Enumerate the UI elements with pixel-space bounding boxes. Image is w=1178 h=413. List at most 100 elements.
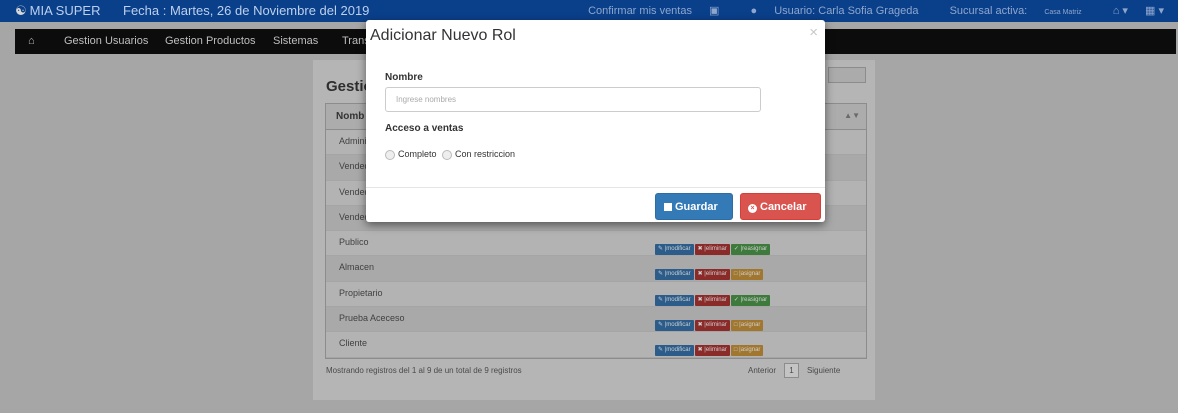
modal-footer-divider xyxy=(366,187,825,188)
eliminar-label: eliminar xyxy=(705,271,727,278)
asignar-icon: □ | xyxy=(733,347,741,354)
reasignar-label: reasignar xyxy=(742,296,768,303)
reasignar-button[interactable]: ✓ | reasignar xyxy=(730,294,771,306)
branch-value: Casa Matriz xyxy=(1044,9,1082,16)
modificar-icon: ✎ | xyxy=(658,246,667,253)
eliminar-icon: ✖ | xyxy=(697,271,706,278)
column-header-nombre[interactable]: Nomb xyxy=(336,111,364,122)
nav-sistemas[interactable]: Sistemas xyxy=(273,35,318,47)
pagination: Anterior 1 Siguiente xyxy=(748,363,840,378)
radio-con-restriccion[interactable] xyxy=(442,149,453,160)
pagination-next[interactable]: Siguiente xyxy=(807,366,840,375)
modificar-button[interactable]: ✎ | modificar xyxy=(655,244,694,256)
role-name: Publico xyxy=(339,237,369,248)
eliminar-icon: ✖ | xyxy=(697,322,706,329)
modificar-icon: ✎ | xyxy=(658,347,667,354)
row-actions: ✎ | modificar ✖ | eliminar □ | asignar xyxy=(655,313,764,332)
grid-menu-icon[interactable]: ▦ ▾ xyxy=(1145,5,1164,17)
asignar-label: asignar xyxy=(740,322,761,329)
modificar-label: modificar xyxy=(666,322,691,329)
role-name: Prueba Aceceso xyxy=(339,313,405,324)
role-name: Cliente xyxy=(339,338,368,349)
eliminar-label: eliminar xyxy=(705,322,727,329)
pagination-page[interactable]: 1 xyxy=(784,363,799,378)
eliminar-icon: ✖ | xyxy=(697,246,706,253)
asignar-button[interactable]: □ | asignar xyxy=(730,269,764,281)
role-name: Almacen xyxy=(339,262,375,273)
eliminar-label: eliminar xyxy=(705,246,727,253)
table-row: Prueba Aceceso ✎ | modificar ✖ | eliminar □… xyxy=(326,307,866,333)
eliminar-button[interactable]: ✖ | eliminar xyxy=(694,294,730,306)
modificar-button[interactable]: ✎ | modificar xyxy=(655,345,694,357)
asignar-button[interactable]: □ | asignar xyxy=(730,320,764,332)
reasignar-button[interactable]: ✓ | reasignar xyxy=(730,244,771,256)
modificar-label: modificar xyxy=(666,246,691,253)
modificar-icon: ✎ | xyxy=(658,271,667,278)
user-icon: ● xyxy=(750,5,758,17)
row-actions: ✎ | modificar ✖ | eliminar ✓ | reasignar xyxy=(655,237,771,256)
asignar-button[interactable]: □ | asignar xyxy=(730,345,764,357)
modificar-icon: ✎ | xyxy=(658,322,667,329)
reasignar-label: reasignar xyxy=(742,246,768,253)
cart-icon: ▣ xyxy=(709,5,720,17)
name-input[interactable]: Ingrese nombres xyxy=(385,87,761,112)
user-label: Usuario: Carla Sofia Grageda xyxy=(774,5,919,17)
eliminar-button[interactable]: ✖ | eliminar xyxy=(694,345,730,357)
branch-display: Sucursal activa: Casa Matriz xyxy=(950,5,1096,17)
modal-title: Adicionar Nuevo Rol xyxy=(370,27,516,44)
option-completo-label: Completo xyxy=(398,149,437,159)
table-row: Cliente ✎ | modificar ✖ | eliminar □ | asig… xyxy=(326,332,866,358)
modificar-label: modificar xyxy=(666,271,691,278)
modificar-label: modificar xyxy=(666,296,691,303)
asignar-label: asignar xyxy=(740,347,761,354)
branch-label: Sucursal activa: xyxy=(949,5,1028,17)
eliminar-label: eliminar xyxy=(705,296,727,303)
row-actions: ✎ | modificar ✖ | eliminar □ | asignar xyxy=(655,262,764,281)
modificar-button[interactable]: ✎ | modificar xyxy=(655,269,694,281)
logo-icon: ☯ xyxy=(15,3,27,18)
asignar-icon: □ | xyxy=(733,322,741,329)
eliminar-button[interactable]: ✖ | eliminar xyxy=(694,269,730,281)
name-placeholder: Ingrese nombres xyxy=(396,95,457,104)
add-role-modal: Adicionar Nuevo Rol × Nombre Ingrese nom… xyxy=(366,20,825,222)
confirm-sales-label: Confirmar mis ventas xyxy=(588,5,692,17)
role-name: Vended xyxy=(339,211,370,222)
home-menu-icon[interactable]: ⌂ ▾ xyxy=(1113,5,1128,17)
brand[interactable]: ☯ MIA SUPER xyxy=(15,3,100,19)
role-name: Admini xyxy=(339,136,367,146)
nav-gestion-usuarios[interactable]: Gestion Usuarios xyxy=(64,35,148,47)
modificar-label: modificar xyxy=(666,347,691,354)
asignar-label: asignar xyxy=(740,271,761,278)
records-info: Mostrando registros del 1 al 9 de un tot… xyxy=(326,366,522,375)
radio-completo[interactable] xyxy=(385,149,395,160)
modificar-button[interactable]: ✎ | modificar xyxy=(655,294,694,306)
sort-icon[interactable]: ▲▼ xyxy=(844,111,860,120)
search-input[interactable] xyxy=(828,67,866,83)
eliminar-icon: ✖ | xyxy=(697,347,706,354)
asignar-icon: □ | xyxy=(733,271,741,278)
row-actions: ✎ | modificar ✖ | eliminar □ | asignar xyxy=(655,338,764,357)
user-link[interactable]: ● Usuario: Carla Sofia Grageda xyxy=(751,5,933,17)
modificar-icon: ✎ | xyxy=(658,296,667,303)
access-options: Completo Con restriccion xyxy=(385,149,515,160)
nav-gestion-productos[interactable]: Gestion Productos xyxy=(165,35,256,47)
eliminar-label: eliminar xyxy=(705,347,727,354)
role-name: Vended xyxy=(339,161,370,172)
modificar-button[interactable]: ✎ | modificar xyxy=(655,320,694,332)
header-right: Confirmar mis ventas ▣ ● Usuario: Carla … xyxy=(588,4,1178,17)
save-button[interactable]: Guardar xyxy=(655,193,733,220)
close-icon[interactable]: × xyxy=(809,24,818,41)
eliminar-icon: ✖ | xyxy=(697,296,706,303)
eliminar-button[interactable]: ✖ | eliminar xyxy=(694,244,730,256)
reasignar-icon: ✓ | xyxy=(733,296,743,303)
home-icon[interactable]: ⌂ xyxy=(28,35,35,47)
role-name: Vended xyxy=(339,186,370,197)
save-label: Guardar xyxy=(675,201,718,213)
option-restriccion-label: Con restriccion xyxy=(455,149,516,159)
confirm-sales-link[interactable]: Confirmar mis ventas ▣ xyxy=(588,5,733,17)
date-display: Fecha : Martes, 26 de Noviembre del 2019 xyxy=(123,3,370,18)
cancel-icon: × xyxy=(748,204,757,213)
cancel-button[interactable]: × Cancelar xyxy=(740,193,821,220)
pagination-prev[interactable]: Anterior xyxy=(748,366,776,375)
eliminar-button[interactable]: ✖ | eliminar xyxy=(694,320,730,332)
